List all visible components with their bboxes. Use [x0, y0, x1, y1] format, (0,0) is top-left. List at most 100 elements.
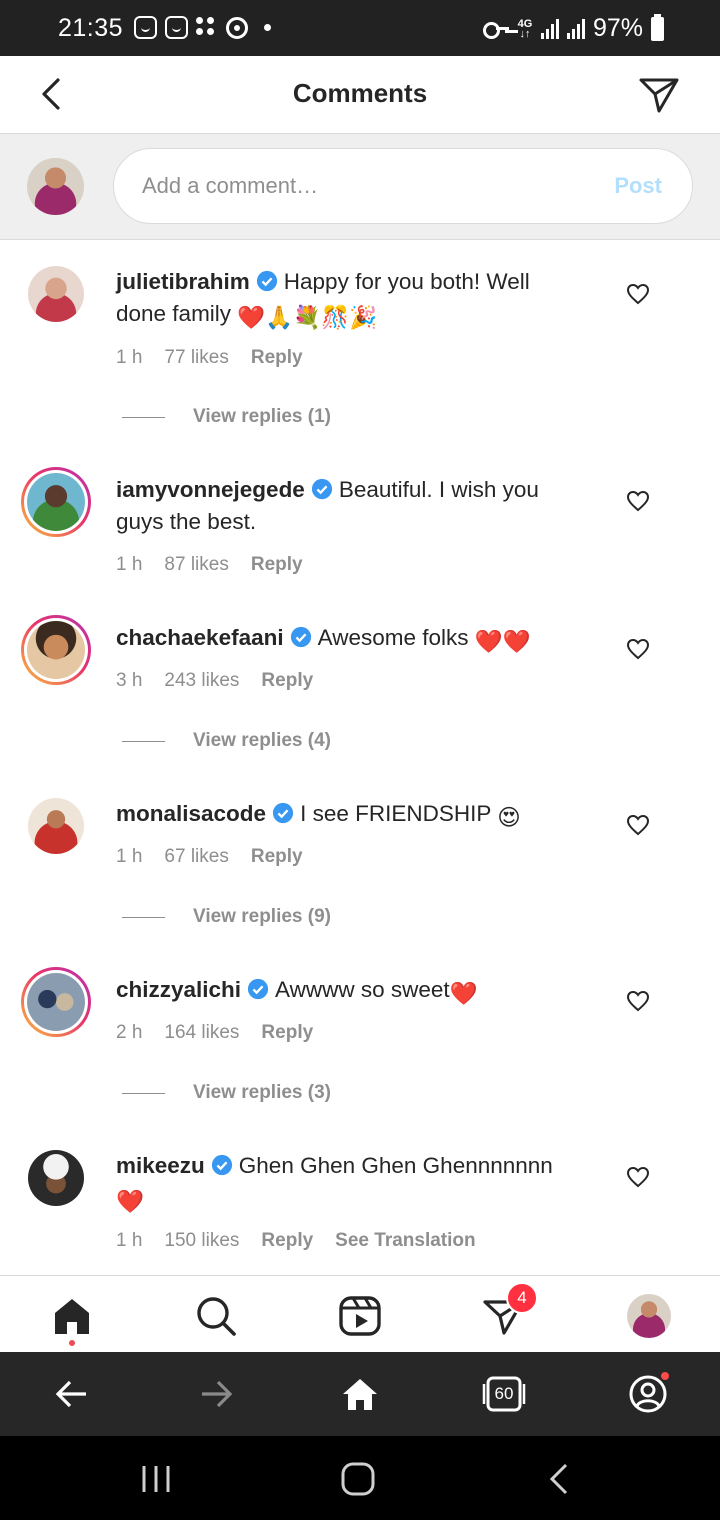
reply-button[interactable]: Reply	[261, 1022, 313, 1044]
reply-button[interactable]: Reply	[261, 670, 313, 692]
comment-time: 3 h	[116, 670, 143, 691]
vpn-key-icon	[482, 21, 509, 39]
verified-badge-icon	[272, 802, 294, 824]
nav-home[interactable]	[50, 1294, 94, 1346]
comment-username[interactable]: iamyvonnejegede	[116, 477, 305, 502]
more-notifications-dot	[264, 24, 271, 31]
comment-body: I see FRIENDSHIP	[300, 801, 491, 826]
comment-likes[interactable]: 87 likes	[164, 554, 228, 576]
avatar-story-ring[interactable]	[21, 467, 91, 537]
battery-icon	[651, 13, 664, 41]
comment-box: Post	[113, 148, 693, 224]
comment-meta: 1 h 150 likes Reply See Translation	[116, 1230, 476, 1252]
comment-time: 1 h	[116, 347, 143, 368]
nav-activity[interactable]: 4	[482, 1282, 538, 1338]
comment-likes[interactable]: 150 likes	[164, 1230, 239, 1252]
system-home-icon[interactable]	[338, 1462, 378, 1496]
comment-likes[interactable]: 77 likes	[164, 347, 228, 369]
home-icon	[55, 1299, 89, 1334]
browser-forward-icon[interactable]	[194, 1372, 238, 1416]
comment-meta: 1 h 77 likes Reply	[116, 347, 303, 369]
view-replies-label: View replies (4)	[193, 730, 331, 751]
comment-likes[interactable]: 243 likes	[164, 670, 239, 692]
comment-body: Awesome folks	[317, 625, 469, 650]
shopping-bag-icon-2	[165, 16, 188, 39]
comment-time: 1 h	[116, 846, 143, 867]
apps-icon	[196, 16, 218, 39]
browser-account-button[interactable]	[626, 1372, 670, 1416]
avatar-story-ring[interactable]	[21, 967, 91, 1037]
like-heart-icon[interactable]	[626, 989, 650, 1013]
signal-icon-2	[566, 18, 585, 39]
comment-text: chachaekefaani Awesome folks ❤️❤️	[116, 622, 586, 658]
comment-text: julietibrahim Happy for you both! Well do…	[116, 266, 586, 334]
comment-username[interactable]: mikeezu	[116, 1153, 205, 1178]
view-replies-button[interactable]: View replies (9)	[122, 906, 331, 928]
comment-emojis: 😍	[497, 805, 521, 830]
bottom-navigation: 4	[0, 1275, 720, 1352]
comment-emojis: ❤️❤️	[474, 629, 531, 654]
nav-profile-avatar[interactable]	[627, 1294, 671, 1338]
comment-text: iamyvonnejegede Beautiful. I wish you guy…	[116, 474, 586, 538]
comment-username[interactable]: chachaekefaani	[116, 625, 284, 650]
comment-time: 2 h	[116, 1022, 143, 1043]
account-icon	[629, 1372, 669, 1413]
like-heart-icon[interactable]	[626, 637, 650, 661]
comment-input[interactable]	[142, 149, 582, 223]
notification-badge: 4	[506, 1282, 538, 1314]
unread-dot	[69, 1340, 75, 1346]
reply-button[interactable]: Reply	[261, 1230, 313, 1252]
chrome-icon	[226, 16, 248, 39]
recent-apps-icon[interactable]	[136, 1462, 176, 1496]
comment-username[interactable]: monalisacode	[116, 801, 266, 826]
browser-home-icon[interactable]	[338, 1372, 382, 1416]
comment-likes[interactable]: 164 likes	[164, 1022, 239, 1044]
like-heart-icon[interactable]	[626, 1165, 650, 1189]
page-title: Comments	[292, 78, 428, 108]
avatar[interactable]	[28, 1150, 84, 1206]
system-navigation	[0, 1436, 720, 1520]
nav-search[interactable]	[194, 1294, 238, 1338]
post-button[interactable]: Post	[614, 173, 662, 199]
comment-time: 1 h	[116, 554, 143, 575]
browser-back-icon[interactable]	[50, 1372, 94, 1416]
avatar[interactable]	[28, 266, 84, 322]
verified-badge-icon	[211, 1154, 232, 1176]
view-replies-label: View replies (3)	[193, 1082, 331, 1103]
comment-username[interactable]: julietibrahim	[116, 269, 250, 294]
network-type: 4G ↓↑	[517, 17, 533, 40]
reply-button[interactable]: Reply	[251, 846, 303, 868]
comments-header: Comments	[0, 56, 720, 134]
view-replies-button[interactable]: View replies (4)	[122, 730, 331, 752]
replies-divider	[122, 740, 165, 742]
avatar-story-ring[interactable]	[21, 615, 91, 685]
like-heart-icon[interactable]	[626, 489, 650, 513]
signal-icon	[540, 18, 559, 39]
avatar[interactable]	[28, 798, 84, 854]
view-replies-button[interactable]: View replies (1)	[122, 406, 331, 428]
reply-button[interactable]: Reply	[251, 347, 303, 369]
reels-icon	[339, 1296, 381, 1336]
avatar	[27, 973, 85, 1031]
comment-meta: 2 h 164 likes Reply	[116, 1022, 313, 1044]
see-translation-button[interactable]: See Translation	[335, 1230, 475, 1252]
like-heart-icon[interactable]	[626, 813, 650, 837]
tabs-button[interactable]: 60	[482, 1372, 526, 1416]
comment-username[interactable]: chizzyalichi	[116, 977, 241, 1002]
comment-time: 1 h	[116, 1230, 143, 1251]
comment-likes[interactable]: 67 likes	[164, 846, 228, 868]
verified-badge-icon	[290, 626, 311, 648]
view-replies-label: View replies (9)	[193, 906, 331, 927]
comment-body: Ghen Ghen Ghen Ghennnnnnn	[238, 1153, 553, 1178]
comment-meta: 1 h 67 likes Reply	[116, 846, 303, 868]
reply-button[interactable]: Reply	[251, 554, 303, 576]
search-icon	[197, 1297, 236, 1336]
view-replies-button[interactable]: View replies (3)	[122, 1082, 331, 1104]
share-send-icon[interactable]	[638, 74, 680, 116]
system-back-icon[interactable]	[540, 1462, 580, 1496]
nav-reels[interactable]	[338, 1294, 382, 1338]
like-heart-icon[interactable]	[626, 282, 650, 306]
comment-emojis: ❤️	[116, 1189, 145, 1214]
view-replies-label: View replies (1)	[193, 406, 331, 427]
verified-badge-icon	[247, 978, 269, 1000]
